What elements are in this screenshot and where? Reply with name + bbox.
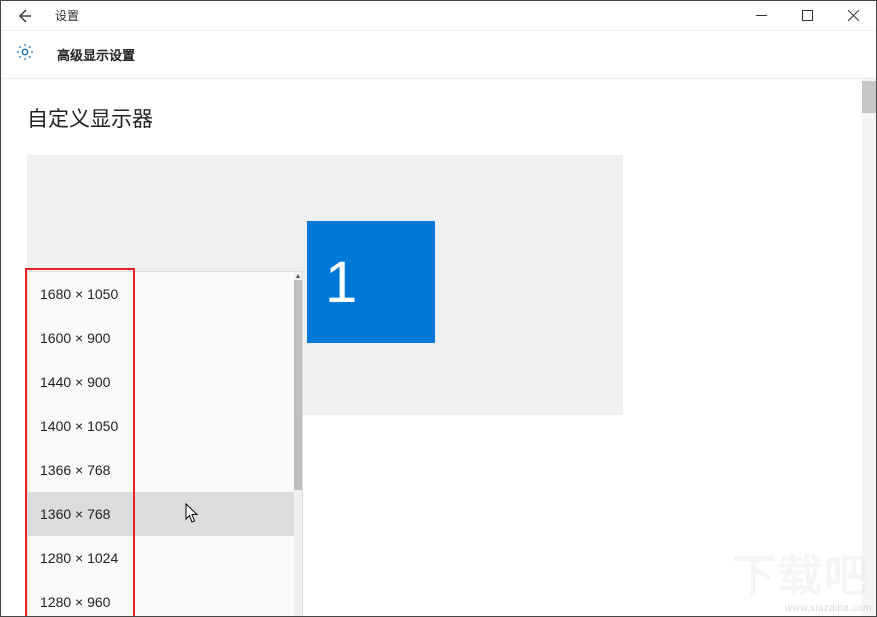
content-area: 自定义显示器 1 1680 × 1050 1600 × 900 1440 × 9… (1, 79, 862, 616)
page-scrollbar-thumb[interactable] (862, 81, 876, 113)
resolution-option[interactable]: 1360 × 768 (28, 492, 302, 536)
maximize-button[interactable] (784, 1, 830, 31)
resolution-option[interactable]: 1440 × 900 (28, 360, 302, 404)
window-titlebar: 设置 (1, 1, 876, 31)
resolution-option[interactable]: 1600 × 900 (28, 316, 302, 360)
section-title: 自定义显示器 (27, 103, 836, 133)
monitor-label: 1 (325, 249, 357, 316)
close-button[interactable] (830, 1, 876, 31)
resolution-option[interactable]: 1280 × 960 (28, 580, 302, 616)
back-button[interactable] (15, 7, 33, 25)
dropdown-scrollbar-thumb[interactable] (294, 280, 302, 490)
page-title: 高级显示设置 (57, 45, 135, 64)
titlebar-left: 设置 (1, 7, 79, 25)
window-title: 设置 (55, 7, 79, 24)
monitor-tile-1[interactable]: 1 (307, 221, 435, 343)
resolution-option[interactable]: 1280 × 1024 (28, 536, 302, 580)
chevron-up-icon[interactable]: ▲ (294, 272, 302, 280)
minimize-button[interactable] (738, 1, 784, 31)
resolution-option[interactable]: 1680 × 1050 (28, 272, 302, 316)
minimize-icon (756, 10, 767, 21)
page-header: 高级显示设置 (1, 31, 876, 79)
watermark-url: www.xiazaiba.com (785, 603, 872, 614)
resolution-dropdown-list[interactable]: 1680 × 1050 1600 × 900 1440 × 900 1400 ×… (27, 271, 303, 616)
dropdown-scrollbar-track[interactable]: ▲ ▼ (294, 272, 302, 616)
arrow-left-icon (16, 8, 32, 24)
resolution-option[interactable]: 1400 × 1050 (28, 404, 302, 448)
content-wrap: 自定义显示器 1 1680 × 1050 1600 × 900 1440 × 9… (1, 79, 876, 616)
window-controls (738, 1, 876, 31)
maximize-icon (802, 10, 813, 21)
resolution-option[interactable]: 1366 × 768 (28, 448, 302, 492)
close-icon (848, 10, 859, 21)
page-scrollbar-track[interactable] (862, 79, 876, 616)
gear-icon (15, 42, 35, 67)
